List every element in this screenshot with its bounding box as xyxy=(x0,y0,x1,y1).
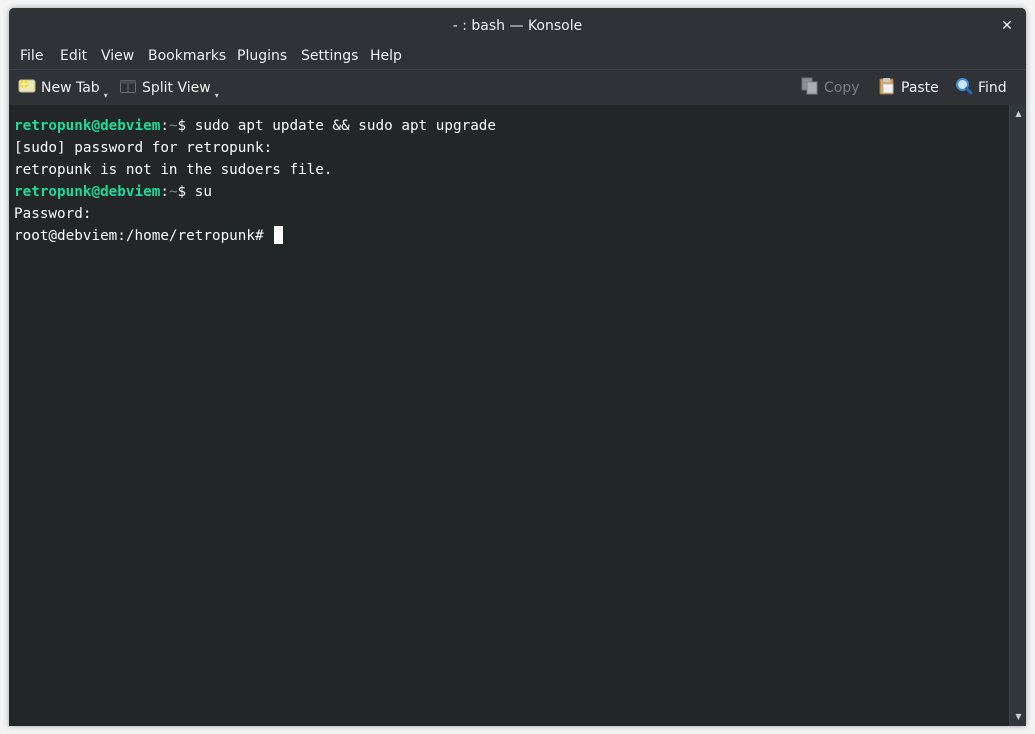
vertical-scrollbar[interactable]: ▲ ▼ xyxy=(1009,105,1026,726)
scroll-down-icon[interactable]: ▼ xyxy=(1010,710,1026,724)
new-tab-icon xyxy=(18,78,36,98)
chevron-down-icon[interactable]: ▾ xyxy=(104,91,108,100)
copy-label: Copy xyxy=(824,80,860,96)
close-button[interactable]: ✕ xyxy=(998,17,1016,35)
terminal-line: [sudo] password for retropunk: xyxy=(14,140,273,156)
menu-settings[interactable]: Settings xyxy=(301,43,358,69)
copy-button[interactable]: Copy xyxy=(801,70,860,106)
copy-icon xyxy=(801,77,819,99)
find-label: Find xyxy=(978,80,1007,96)
scroll-up-icon[interactable]: ▲ xyxy=(1010,107,1026,121)
root-prompt: root@debviem:/home/retropunk# xyxy=(14,228,273,244)
close-icon: ✕ xyxy=(1001,18,1013,34)
new-tab-button[interactable]: New Tab ▾ xyxy=(18,70,108,106)
terminal-line: root@debviem:/home/retropunk# xyxy=(14,225,284,247)
chevron-down-icon[interactable]: ▾ xyxy=(215,91,219,100)
prompt-user: retropunk@debviem xyxy=(14,184,161,200)
paste-icon xyxy=(878,77,896,99)
split-view-icon xyxy=(119,78,137,98)
terminal-view[interactable]: retropunk@debviem:~$ sudo apt update && … xyxy=(9,105,1009,726)
window-title: - : bash — Konsole xyxy=(452,18,583,34)
paste-button[interactable]: Paste xyxy=(878,70,939,106)
prompt-separator: : xyxy=(160,184,169,200)
search-icon xyxy=(955,77,973,99)
menu-bar: File Edit View Bookmarks Plugins Setting… xyxy=(9,43,1026,69)
new-tab-label: New Tab xyxy=(41,80,100,96)
konsole-window: - : bash — Konsole ✕ File Edit View Book… xyxy=(9,8,1026,726)
command-text: sudo apt update && sudo apt upgrade xyxy=(186,118,497,134)
menu-file[interactable]: File xyxy=(20,43,43,69)
menu-edit[interactable]: Edit xyxy=(60,43,87,69)
prompt-separator: : xyxy=(160,118,169,134)
terminal-line: retropunk@debviem:~$ su xyxy=(14,181,212,203)
terminal-line: Password: xyxy=(14,206,92,222)
toolbar: New Tab ▾ Split View ▾ Copy Paste Find xyxy=(9,69,1026,106)
menu-bookmarks[interactable]: Bookmarks xyxy=(148,43,226,69)
menu-help[interactable]: Help xyxy=(370,43,402,69)
paste-label: Paste xyxy=(901,80,939,96)
command-text: su xyxy=(186,184,212,200)
prompt-directory: ~ xyxy=(168,118,178,134)
prompt-symbol: $ xyxy=(177,118,187,134)
terminal-line: retropunk is not in the sudoers file. xyxy=(14,162,333,178)
menu-view[interactable]: View xyxy=(101,43,134,69)
find-button[interactable]: Find xyxy=(955,70,1007,106)
prompt-user: retropunk@debviem xyxy=(14,118,161,134)
text-cursor xyxy=(274,226,284,244)
split-view-button[interactable]: Split View ▾ xyxy=(119,70,219,106)
title-bar[interactable]: - : bash — Konsole ✕ xyxy=(9,8,1026,43)
menu-plugins[interactable]: Plugins xyxy=(237,43,287,69)
prompt-symbol: $ xyxy=(177,184,187,200)
split-view-label: Split View xyxy=(142,80,211,96)
terminal-line: retropunk@debviem:~$ sudo apt update && … xyxy=(14,115,496,137)
prompt-directory: ~ xyxy=(168,184,178,200)
